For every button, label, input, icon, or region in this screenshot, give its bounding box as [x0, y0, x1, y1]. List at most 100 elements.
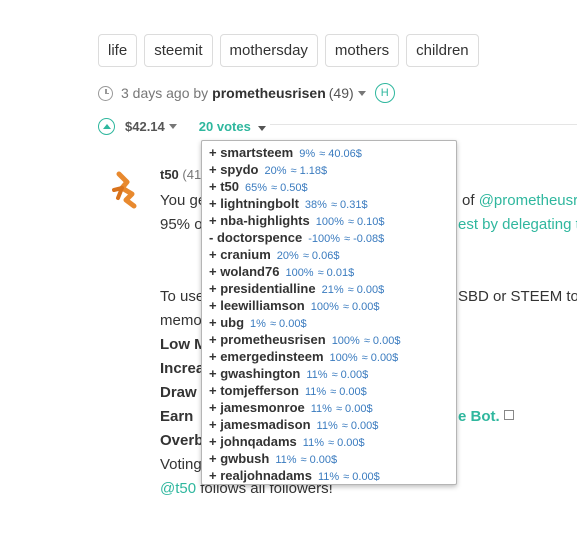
h-badge-icon[interactable]: H — [374, 83, 395, 103]
voter-percent: 100% — [331, 335, 360, 347]
voter-value: ≈ 0.00$ — [300, 454, 338, 466]
voter-name[interactable]: + cranium — [209, 247, 271, 262]
tag-children[interactable]: children — [406, 34, 479, 67]
delegate-link[interactable]: est by delegating t — [458, 216, 577, 233]
voter-row[interactable]: + t50 65% ≈ 0.50$ — [209, 178, 308, 195]
voter-name[interactable]: + tomjefferson — [209, 383, 299, 398]
voter-row[interactable]: + smartsteem 9% ≈ 40.06$ — [209, 144, 362, 161]
voter-name[interactable]: + woland76 — [209, 264, 279, 279]
bot-link[interactable]: e Bot. — [458, 408, 500, 425]
voter-name[interactable]: + emergedinsteem — [209, 349, 324, 364]
votes-dropdown-toggle[interactable]: 20 votes — [199, 119, 267, 134]
voter-name[interactable]: + gwbush — [209, 451, 269, 466]
voter-row[interactable]: + gwbush 11% ≈ 0.00$ — [209, 450, 337, 467]
voter-row[interactable]: + tomjefferson 11% ≈ 0.00$ — [209, 382, 367, 399]
payout-value[interactable]: $42.14 — [125, 119, 165, 134]
voter-value: ≈ 0.31$ — [330, 199, 368, 211]
voter-name[interactable]: + t50 — [209, 179, 239, 194]
voter-row[interactable]: + johnqadams 11% ≈ 0.00$ — [209, 433, 365, 450]
tag-steemit[interactable]: steemit — [144, 34, 213, 67]
voter-value: ≈ 0.00$ — [269, 318, 307, 330]
voter-percent: 11% — [316, 420, 338, 432]
voter-percent: 100% — [329, 352, 358, 364]
voter-percent: 11% — [275, 454, 297, 466]
voter-percent: 11% — [302, 437, 324, 449]
voter-row[interactable]: + emergedinsteem 100% ≈ 0.00$ — [209, 348, 398, 365]
voter-percent: 9% — [299, 148, 316, 160]
voter-percent: 20% — [264, 165, 287, 177]
post-author-link[interactable]: prometheusrisen — [212, 85, 326, 101]
comment-line: 95% o — [160, 216, 203, 233]
comment-author-rep: (41 — [182, 167, 202, 182]
votes-count[interactable]: 20 votes — [199, 119, 251, 134]
voter-row[interactable]: + jamesmonroe 11% ≈ 0.00$ — [209, 399, 373, 416]
comment-author[interactable]: t50 (41 — [160, 167, 201, 182]
voter-name[interactable]: + gwashington — [209, 366, 300, 381]
divider — [270, 124, 577, 125]
votes-caret-icon[interactable] — [258, 125, 267, 131]
voter-percent: 11% — [317, 471, 340, 483]
voter-name[interactable]: + jamesmonroe — [209, 400, 305, 415]
comment-text: To use — [160, 288, 205, 305]
comment-line: memo — [160, 312, 202, 329]
upvote-icon[interactable] — [98, 117, 115, 135]
comment-heading: Increa — [160, 360, 205, 377]
voter-value: ≈ 0.50$ — [271, 182, 308, 194]
voter-row[interactable]: + ubg 1% ≈ 0.00$ — [209, 314, 307, 331]
voter-row[interactable]: + prometheusrisen 100% ≈ 0.00$ — [209, 331, 400, 348]
comment-text: You ge — [160, 192, 207, 209]
comment-author-name[interactable]: t50 — [160, 167, 179, 182]
voter-value: ≈ 0.06$ — [302, 250, 340, 262]
voter-row[interactable]: + gwashington 11% ≈ 0.00$ — [209, 365, 368, 382]
voter-value: ≈ 0.00$ — [335, 403, 373, 415]
voter-row[interactable]: + woland76 100% ≈ 0.01$ — [209, 263, 354, 280]
voter-name[interactable]: + nba-highlights — [209, 213, 310, 228]
voter-name[interactable]: + presidentialline — [209, 281, 316, 296]
mention-link[interactable]: @prometheusr — [479, 192, 577, 209]
comment-line: e Bot. — [458, 408, 514, 425]
payout-caret-icon[interactable] — [168, 123, 177, 129]
tag-life[interactable]: life — [98, 34, 138, 67]
comment-heading: Overb — [160, 432, 204, 449]
voter-row[interactable]: + realjohnadams 11% ≈ 0.00$ — [209, 467, 380, 484]
voter-row[interactable]: + cranium 20% ≈ 0.06$ — [209, 246, 339, 263]
voter-value: ≈ 0.00$ — [342, 301, 380, 313]
voter-percent: 100% — [310, 301, 339, 313]
mention-link[interactable]: @t50 — [160, 480, 196, 497]
voter-name[interactable]: + prometheusrisen — [209, 332, 326, 347]
voter-name[interactable]: + johnqadams — [209, 434, 297, 449]
voter-value: ≈ 1.18$ — [290, 165, 328, 177]
post-time: 3 days ago by — [121, 85, 209, 101]
comment-avatar[interactable] — [105, 170, 143, 210]
voter-percent: 1% — [250, 318, 266, 330]
voter-percent: 11% — [310, 403, 332, 415]
author-menu-caret-icon[interactable] — [357, 90, 366, 96]
voter-name[interactable]: + realjohnadams — [209, 468, 312, 483]
post-meta: 3 days ago by prometheusrisen (49) H — [98, 83, 395, 103]
external-link-icon — [503, 410, 514, 420]
voter-percent: -100% — [308, 233, 340, 245]
comment-heading: Draw — [160, 384, 197, 401]
voter-value: ≈ 0.00$ — [361, 352, 399, 364]
voter-row[interactable]: + nba-highlights 100% ≈ 0.10$ — [209, 212, 385, 229]
voter-name[interactable]: + ubg — [209, 315, 244, 330]
tag-mothersday[interactable]: mothersday — [219, 34, 318, 67]
voter-row[interactable]: + jamesmadison 11% ≈ 0.00$ — [209, 416, 378, 433]
voter-row[interactable]: + leewilliamson 100% ≈ 0.00$ — [209, 297, 380, 314]
voter-value: ≈ 40.06$ — [319, 148, 362, 160]
voter-name[interactable]: + leewilliamson — [209, 298, 305, 313]
voter-row[interactable]: + lightningbolt 38% ≈ 0.31$ — [209, 195, 368, 212]
voter-value: ≈ 0.00$ — [341, 420, 379, 432]
voter-name[interactable]: + lightningbolt — [209, 196, 299, 211]
voter-name[interactable]: - doctorspence — [209, 230, 302, 245]
voter-row[interactable]: + presidentialline 21% ≈ 0.00$ — [209, 280, 384, 297]
voter-name[interactable]: + smartsteem — [209, 145, 293, 160]
voter-row[interactable]: + spydo 20% ≈ 1.18$ — [209, 161, 327, 178]
voter-name[interactable]: + spydo — [209, 162, 259, 177]
tag-mothers[interactable]: mothers — [324, 34, 400, 67]
voter-row[interactable]: - doctorspence -100% ≈ -0.08$ — [209, 229, 384, 246]
vote-bar: $42.14 20 votes — [98, 116, 267, 136]
voter-name[interactable]: + jamesmadison — [209, 417, 311, 432]
tag-list: life steemit mothersday mothers children — [98, 34, 479, 67]
voter-value: ≈ 0.00$ — [347, 284, 385, 296]
